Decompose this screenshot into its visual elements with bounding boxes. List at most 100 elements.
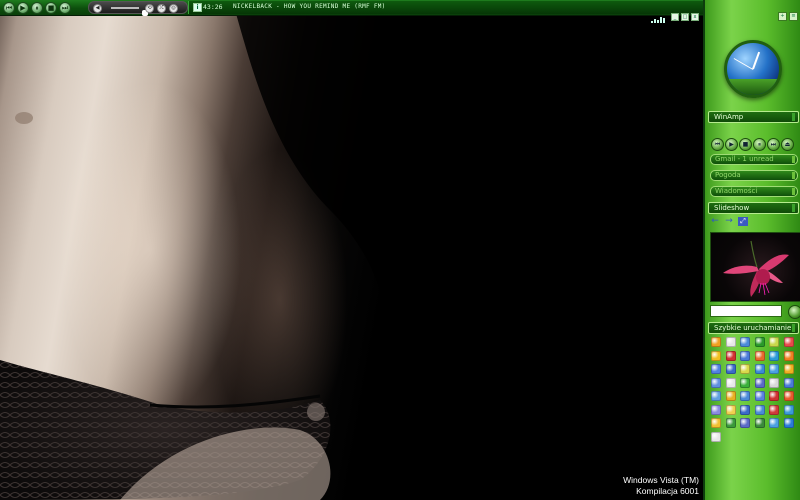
quick-launch-app-icon[interactable] [769,418,779,428]
quick-launch-app-icon[interactable] [740,350,750,361]
quick-launch-app-icon[interactable] [725,364,736,374]
quick-launch-app-icon[interactable] [740,377,750,388]
gadget-prev-button[interactable]: ⏮ [711,138,724,151]
clock-gadget[interactable] [724,40,782,98]
winamp-gadget-title[interactable]: WinAmp [708,111,799,123]
slideshow-title-label: Slideshow [714,204,750,212]
quick-launch-app-icon[interactable] [754,364,765,374]
quick-launch-app-icon[interactable] [725,391,736,401]
quick-launch-app-icon[interactable] [769,377,779,388]
minimize-icon[interactable]: _ [671,13,679,21]
sidebar-add-icon[interactable]: + [778,12,787,21]
windows-version-watermark: Windows Vista (TM) Kompilacja 6001 [623,475,699,497]
equalizer-icon[interactable]: ◎ [169,4,178,13]
quick-launch-app-icon[interactable] [740,404,750,415]
quick-launch-app-icon[interactable] [754,337,765,347]
repeat-icon[interactable]: ⟲ [145,4,154,13]
winamp-title-label: WinAmp [714,113,744,121]
quick-launch-app-icon[interactable] [754,404,765,415]
gadget-stop-button[interactable]: ■ [739,138,752,151]
quick-launch-app-icon[interactable] [783,404,794,415]
quick-launch-app-icon[interactable] [711,350,721,361]
quick-launch-app-icon[interactable] [769,391,779,401]
slideshow-gadget-title[interactable]: Slideshow [708,202,799,214]
quick-launch-app-icon[interactable] [754,418,765,428]
info-icon[interactable]: i [193,3,202,12]
clock-minute-hand [733,58,754,70]
quick-launch-app-icon[interactable] [711,418,721,428]
quick-launch-app-icon[interactable] [754,377,765,388]
clock-hour-hand [752,51,761,70]
gadget-eject-button[interactable]: ⏏ [781,138,794,151]
quick-launch-app-icon[interactable] [783,350,794,361]
quick-launch-app-icon[interactable] [783,391,794,401]
quick-launch-title-label: Szybkie uruchamianie [714,324,792,332]
quick-launch-app-icon[interactable] [740,364,750,374]
quick-launch-app-icon[interactable] [769,364,779,374]
quick-launch-app-icon[interactable] [725,418,736,428]
quick-launch-app-icon[interactable] [754,391,765,401]
news-gadget-bar[interactable]: Wiadomości [710,186,798,197]
winamp-player-bar: ⏮ ▶ ⏸ ■ ⏭ ◀ ⟲ ⤮ ◎ i 43:26 NICKELBACK - HOW Y… [0,0,703,23]
quick-launch-app-icon[interactable] [711,391,721,401]
quick-launch-app-icon[interactable] [711,404,721,415]
volume-panel: ◀ ⟲ ⤮ ◎ [88,1,188,16]
shuffle-icon[interactable]: ⤮ [157,4,166,13]
quick-launch-app-icon[interactable] [711,431,721,442]
quick-launch-app-icon[interactable] [783,364,794,374]
quick-launch-app-icon[interactable] [740,337,750,347]
quick-launch-app-icon[interactable] [754,350,765,361]
gmail-label: Gmail - 1 unread [715,155,774,163]
quick-launch-app-icon[interactable] [711,364,721,374]
os-name-label: Windows Vista (TM) [623,475,699,485]
quick-launch-app-icon[interactable] [769,337,779,347]
volume-slider[interactable] [111,7,148,16]
sidebar-settings-icon[interactable]: ≡ [789,12,798,21]
weather-gadget-bar[interactable]: Pogoda [710,170,798,181]
quick-launch-app-icon[interactable] [725,337,736,347]
pause-button[interactable]: ⏸ [31,2,43,14]
prev-button[interactable]: ⏮ [3,2,15,14]
expand-slide-icon[interactable]: ⤢ [738,217,748,226]
quick-launch-app-icon[interactable] [711,337,721,347]
mute-icon[interactable]: ◀ [93,4,102,13]
quick-launch-app-icon[interactable] [740,418,750,428]
search-input[interactable] [710,305,782,317]
quick-launch-app-icon[interactable] [725,350,736,361]
desktop-wallpaper: Windows Vista (TM) Kompilacja 6001 [0,0,703,500]
next-slide-icon[interactable]: → [724,217,734,226]
next-button[interactable]: ⏭ [59,2,71,14]
quick-launch-app-icon[interactable] [711,377,721,388]
gadget-next-button[interactable]: ⏭ [767,138,780,151]
gadget-play-button[interactable]: ▶ [725,138,738,151]
search-go-button[interactable] [788,305,800,319]
quick-launch-app-icon[interactable] [725,404,736,415]
weather-label: Pogoda [715,171,741,179]
visualizer-icon [651,4,671,23]
quick-launch-title[interactable]: Szybkie uruchamianie [708,322,799,334]
fuchsia-flower-image [723,240,789,297]
previous-slide-icon[interactable]: ← [710,217,720,226]
sidebar-top-controls: + ≡ [776,2,798,21]
news-label: Wiadomości [715,187,758,195]
play-button[interactable]: ▶ [17,2,29,14]
close-icon[interactable]: x [691,13,699,21]
quick-launch-app-icon[interactable] [783,418,794,428]
restore-icon[interactable]: □ [681,13,689,21]
gadget-pause-button[interactable]: ⏸ [753,138,766,151]
build-label: Kompilacja 6001 [636,486,699,496]
quick-launch-app-icon[interactable] [769,404,779,415]
slideshow-photo[interactable] [710,232,800,302]
quick-launch-app-icon[interactable] [769,350,779,361]
wallpaper-shading [0,0,703,500]
gmail-gadget-bar[interactable]: Gmail - 1 unread [710,154,798,165]
quick-launch-app-icon[interactable] [725,377,736,388]
stop-button[interactable]: ■ [45,2,57,14]
player-window-controls: _ □ x [669,3,699,21]
clock-grass [727,79,779,95]
quick-launch-app-icon[interactable] [783,337,794,347]
track-time: 43:26 [203,3,223,11]
quick-launch-app-icon[interactable] [783,377,794,388]
track-title: NICKELBACK - HOW YOU REMIND ME (RMF FM) [233,3,386,10]
quick-launch-app-icon[interactable] [740,391,750,401]
